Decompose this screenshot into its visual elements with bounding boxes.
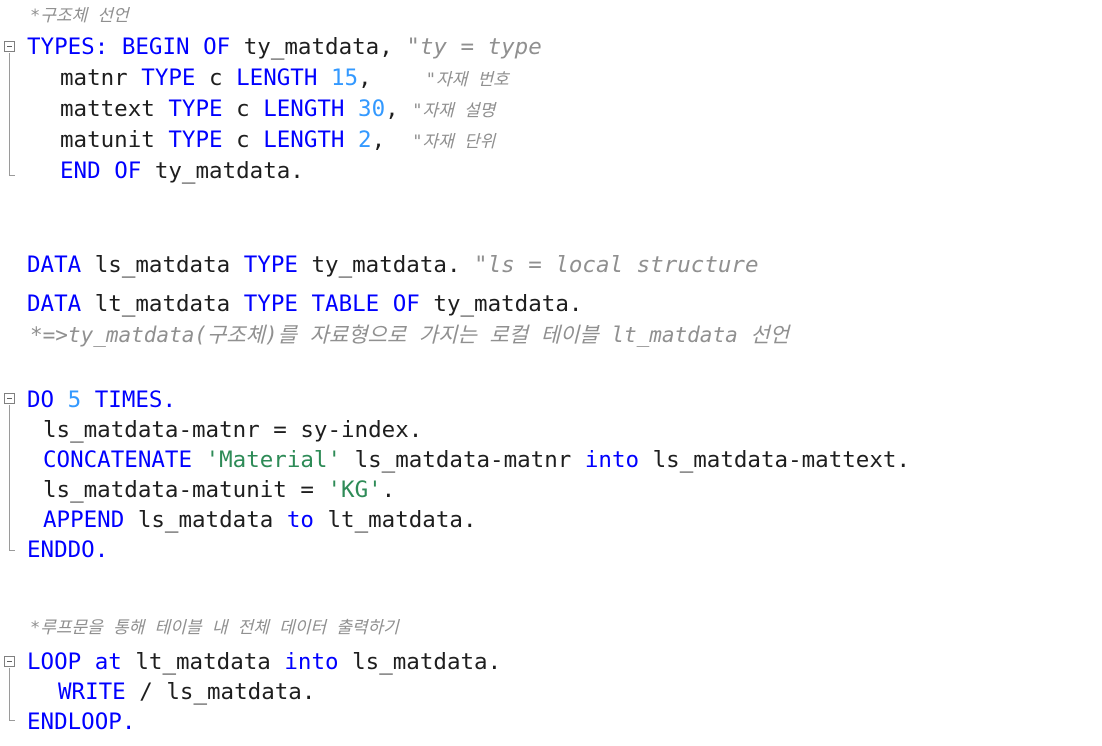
keyword: TIMES. (94, 387, 177, 413)
punctuation: , (371, 127, 386, 153)
fold-guide-loop (9, 668, 10, 720)
comment-line: *구조체 선언 (30, 6, 129, 26)
code-line-field-matunit: matunit TYPE c LENGTH 2, "자재 단위 (60, 125, 495, 157)
inline-comment: "ty = type (406, 34, 542, 60)
string-literal: 'Material' (205, 447, 342, 473)
identifier: matnr (60, 65, 128, 91)
inline-comment: "ls = local structure (474, 252, 759, 278)
fold-guide-do (9, 405, 10, 550)
fold-guide-do-end (9, 550, 15, 551)
code-line-data-lt: DATA lt_matdata TYPE TABLE OF ty_matdata… (27, 289, 582, 319)
keyword: CONCATENATE (43, 447, 193, 473)
keyword: DATA (27, 252, 82, 278)
comment-line: *=>ty_matdata(구조체)를 자료형으로 가지는 로컬 테이블 lt_… (30, 323, 790, 347)
number-literal: 2 (358, 127, 372, 153)
keyword: LOOP (27, 649, 82, 675)
keyword: APPEND (43, 507, 125, 533)
keyword: ENDLOOP. (27, 709, 136, 735)
identifier: ty_matdata, (243, 34, 393, 60)
string-literal: 'KG' (327, 477, 382, 503)
identifier: ls_matdata. (352, 649, 502, 675)
keyword: to (286, 507, 314, 533)
code-line-field-matnr: matnr TYPE c LENGTH 15, "자재 번호 (60, 63, 509, 95)
identifier: ty_matdata. (154, 158, 304, 184)
identifier: ls_matdata (137, 507, 274, 533)
comment-line: *루프문을 통해 테이블 내 전체 데이터 출력하기 (30, 618, 399, 638)
keyword: TYPE (141, 65, 196, 91)
identifier: lt_matdata (135, 649, 271, 675)
code-line-types-end: END OF ty_matdata. (60, 156, 304, 186)
identifier: c (209, 65, 223, 91)
inline-comment: "자재 설명 (412, 101, 496, 121)
keyword: OF (203, 34, 231, 60)
identifier: ls_matdata-mattext. (652, 447, 910, 473)
identifier: ty_matdata. (433, 291, 583, 317)
fold-guide-types-end (9, 175, 15, 176)
punctuation: , (385, 96, 399, 122)
inline-comment: "자재 단위 (412, 132, 496, 152)
punctuation: . (381, 477, 396, 503)
keyword: TYPE (243, 291, 298, 317)
number-literal: 15 (330, 65, 359, 91)
identifier: c (236, 127, 250, 153)
identifier: lt_matdata. (327, 507, 477, 533)
inline-comment: "자재 번호 (425, 70, 509, 90)
identifier: c (236, 96, 250, 122)
identifier: mattext (60, 96, 155, 122)
identifier: ls_matdata-matnr (354, 447, 572, 473)
keyword: into (284, 649, 339, 675)
code-line-field-mattext: mattext TYPE c LENGTH 30, "자재 설명 (60, 94, 495, 126)
code-line-concatenate: CONCATENATE 'Material' ls_matdata-matnr … (43, 445, 910, 475)
identifier: lt_matdata (94, 291, 231, 317)
keyword: TYPE (168, 96, 223, 122)
keyword: LENGTH (236, 65, 318, 91)
keyword: BEGIN (121, 34, 190, 60)
fold-toggle-loop[interactable] (4, 656, 15, 667)
fold-guide-loop-end (9, 720, 15, 721)
identifier: ty_matdata. (311, 252, 461, 278)
keyword: END (60, 158, 101, 184)
fold-guide-types (9, 53, 10, 175)
keyword: TYPE (243, 252, 298, 278)
keyword: into (584, 447, 640, 473)
fold-toggle-types[interactable] (4, 41, 15, 52)
keyword: LENGTH (263, 96, 345, 122)
punctuation: , (358, 65, 372, 91)
code-line-do: DO 5 TIMES. (27, 385, 176, 415)
keyword: TABLE (311, 291, 380, 317)
code-line-assign-matnr: ls_matdata-matnr = sy-index. (43, 417, 423, 443)
identifier: ls_matdata (94, 252, 231, 278)
keyword: TYPE (168, 127, 223, 153)
code-line-types-begin: TYPES: BEGIN OF ty_matdata, "ty = type (27, 32, 542, 62)
identifier: / ls_matdata. (139, 679, 316, 705)
keyword: TYPES: (27, 34, 109, 60)
keyword: LENGTH (263, 127, 345, 153)
identifier: matunit (60, 127, 155, 153)
fold-toggle-do[interactable] (4, 393, 15, 404)
identifier: ls_matdata-matunit = (43, 477, 328, 503)
number-literal: 5 (67, 387, 82, 413)
keyword: ENDDO. (27, 537, 109, 563)
code-line-assign-matunit: ls_matdata-matunit = 'KG'. (43, 475, 395, 505)
code-line-enddo: ENDDO. (27, 535, 108, 565)
code-line-append: APPEND ls_matdata to lt_matdata. (43, 505, 477, 535)
code-line-endloop: ENDLOOP. (27, 707, 135, 737)
code-line-write: WRITE / ls_matdata. (58, 677, 315, 707)
code-line-data-ls: DATA ls_matdata TYPE ty_matdata. "ls = l… (27, 250, 759, 280)
number-literal: 30 (358, 96, 386, 122)
code-line-loop: LOOP at lt_matdata into ls_matdata. (27, 647, 501, 677)
keyword: WRITE (58, 679, 126, 705)
keyword: OF (114, 158, 142, 184)
keyword: DO (27, 387, 55, 413)
keyword: at (94, 649, 122, 675)
keyword: DATA (27, 291, 82, 317)
keyword: OF (392, 291, 420, 317)
